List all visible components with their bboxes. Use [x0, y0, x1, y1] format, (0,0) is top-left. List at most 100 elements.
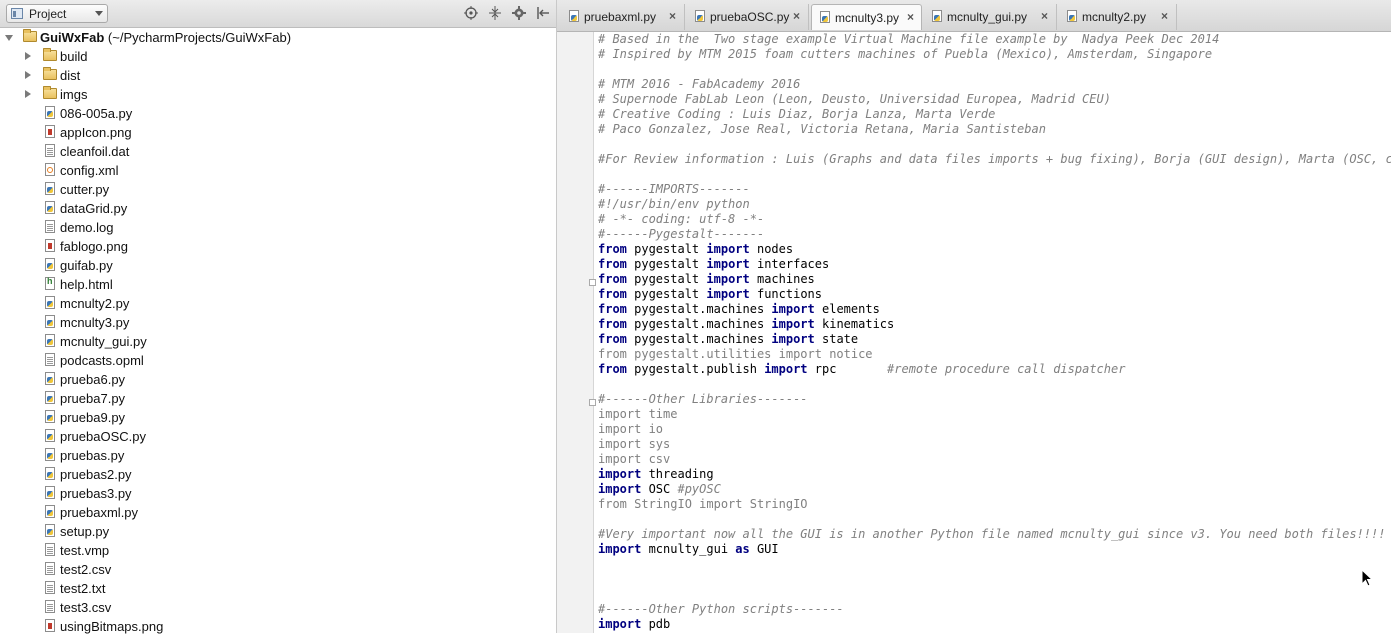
editor-tab[interactable]: mcnulty2.py ×: [1059, 4, 1177, 30]
tree-folder[interactable]: dist: [0, 66, 556, 85]
tree-file[interactable]: mcnulty2.py: [0, 294, 556, 313]
code-line: # Creative Coding : Luis Diaz, Borja Lan…: [598, 107, 1391, 122]
tree-file[interactable]: cleanfoil.dat: [0, 142, 556, 161]
code-comment: #Very important now all the GUI is in an…: [598, 527, 1386, 541]
editor-tab[interactable]: mcnulty3.py ×: [811, 4, 922, 30]
tree-file[interactable]: test2.csv: [0, 560, 556, 579]
code-token: GUI: [749, 542, 779, 556]
editor-tab-label: pruebaOSC.py: [710, 10, 790, 24]
tree-file[interactable]: mcnulty_gui.py: [0, 332, 556, 351]
tree-file[interactable]: prueba7.py: [0, 389, 556, 408]
code-editor[interactable]: # Based in the Two stage example Virtual…: [598, 32, 1391, 633]
py-file-icon: [45, 106, 55, 119]
code-token: pygestalt: [626, 257, 707, 271]
tree-file[interactable]: fablogo.png: [0, 237, 556, 256]
tree-file[interactable]: demo.log: [0, 218, 556, 237]
close-icon[interactable]: ×: [907, 10, 914, 24]
locate-target-icon[interactable]: [464, 6, 478, 20]
expand-arrow-icon[interactable]: [25, 52, 31, 60]
tree-file[interactable]: test.vmp: [0, 541, 556, 560]
tree-file[interactable]: test3.csv: [0, 598, 556, 617]
tree-file[interactable]: help.html: [0, 275, 556, 294]
code-comment: # Paco Gonzalez, Jose Real, Victoria Ret…: [598, 122, 1046, 136]
code-token: nodes: [749, 242, 794, 256]
code-token: pygestalt.machines: [626, 317, 772, 331]
tree-file[interactable]: prueba6.py: [0, 370, 556, 389]
expand-arrow-icon[interactable]: [5, 35, 13, 41]
html-file-icon: [45, 276, 55, 290]
tree-file[interactable]: prueba9.py: [0, 408, 556, 427]
editor-tab[interactable]: pruebaOSC.py ×: [687, 4, 809, 30]
code-keyword: import: [598, 617, 642, 631]
code-line: from pygestalt import functions: [598, 287, 1391, 302]
close-icon[interactable]: ×: [793, 9, 800, 23]
tree-file[interactable]: pruebas3.py: [0, 484, 556, 503]
root-folder-name: GuiWxFab: [40, 30, 105, 45]
close-icon[interactable]: ×: [1161, 9, 1168, 23]
tree-file-label: cleanfoil.dat: [60, 144, 130, 159]
tree-file[interactable]: dataGrid.py: [0, 199, 556, 218]
code-line: # Supernode FabLab Leon (Leon, Deusto, U…: [598, 92, 1391, 107]
tree-file[interactable]: config.xml: [0, 161, 556, 180]
editor-tab-label: mcnulty3.py: [835, 11, 900, 25]
tree-file-label: prueba7.py: [60, 391, 126, 406]
tree-file-label: fablogo.png: [60, 239, 128, 254]
python-file-icon: [820, 11, 830, 23]
python-file-icon: [569, 10, 579, 22]
tree-file[interactable]: podcasts.opml: [0, 351, 556, 370]
close-icon[interactable]: ×: [669, 9, 676, 23]
fold-marker-icon[interactable]: [589, 399, 596, 406]
code-line: # MTM 2016 - FabAcademy 2016: [598, 77, 1391, 92]
tree-file[interactable]: cutter.py: [0, 180, 556, 199]
tree-file[interactable]: pruebas2.py: [0, 465, 556, 484]
code-keyword: from: [598, 332, 627, 346]
tree-file-label: mcnulty2.py: [60, 296, 130, 311]
py-file-icon: [45, 448, 55, 461]
tree-file[interactable]: pruebas.py: [0, 446, 556, 465]
py-file-icon: [45, 391, 55, 404]
tree-file[interactable]: setup.py: [0, 522, 556, 541]
code-keyword: import: [764, 362, 808, 376]
tree-folder[interactable]: build: [0, 47, 556, 66]
png-file-icon: [45, 619, 55, 632]
project-view-selector[interactable]: Project: [6, 4, 108, 23]
close-icon[interactable]: ×: [1041, 9, 1048, 23]
tree-file[interactable]: usingBitmaps.png: [0, 617, 556, 636]
collapse-all-icon[interactable]: [488, 6, 502, 20]
code-comment: # Creative Coding : Luis Diaz, Borja Lan…: [598, 107, 996, 121]
code-comment: # Based in the Two stage example Virtual…: [598, 32, 1220, 46]
tree-file[interactable]: pruebaOSC.py: [0, 427, 556, 446]
gear-icon[interactable]: [512, 6, 526, 20]
tree-file[interactable]: test2.txt: [0, 579, 556, 598]
code-comment: #------Other Python scripts-------: [598, 602, 844, 616]
tree-file-label: setup.py: [60, 524, 110, 539]
py-file-icon: [45, 410, 55, 423]
fold-marker-icon[interactable]: [589, 279, 596, 286]
tree-file[interactable]: 086-005a.py: [0, 104, 556, 123]
expand-arrow-icon[interactable]: [25, 90, 31, 98]
tree-file-label: 086-005a.py: [60, 106, 133, 121]
tree-file[interactable]: mcnulty3.py: [0, 313, 556, 332]
tree-folder[interactable]: imgs: [0, 85, 556, 104]
editor-tab[interactable]: mcnulty_gui.py ×: [924, 4, 1057, 30]
mouse-pointer-icon: [1361, 569, 1373, 587]
code-token: from pygestalt.utilities import notice: [598, 347, 873, 361]
tree-file[interactable]: guifab.py: [0, 256, 556, 275]
editor-tab[interactable]: pruebaxml.py ×: [561, 4, 685, 30]
tree-file[interactable]: pruebaxml.py: [0, 503, 556, 522]
expand-arrow-icon[interactable]: [25, 71, 31, 79]
python-file-icon: [695, 10, 705, 22]
folder-icon: [43, 86, 57, 99]
code-keyword: from: [598, 272, 627, 286]
code-line: from pygestalt.machines import state: [598, 332, 1391, 347]
editor-area: pruebaxml.py × pruebaOSC.py × mcnulty3.py × mc…: [557, 0, 1391, 633]
tree-root[interactable]: GuiWxFab (~/PycharmProjects/GuiWxFab): [0, 28, 556, 47]
code-keyword: from: [598, 242, 627, 256]
tree-file[interactable]: appIcon.png: [0, 123, 556, 142]
hide-pane-icon[interactable]: [536, 6, 550, 20]
code-token: import time: [598, 407, 678, 421]
code-line: from pygestalt import machines: [598, 272, 1391, 287]
